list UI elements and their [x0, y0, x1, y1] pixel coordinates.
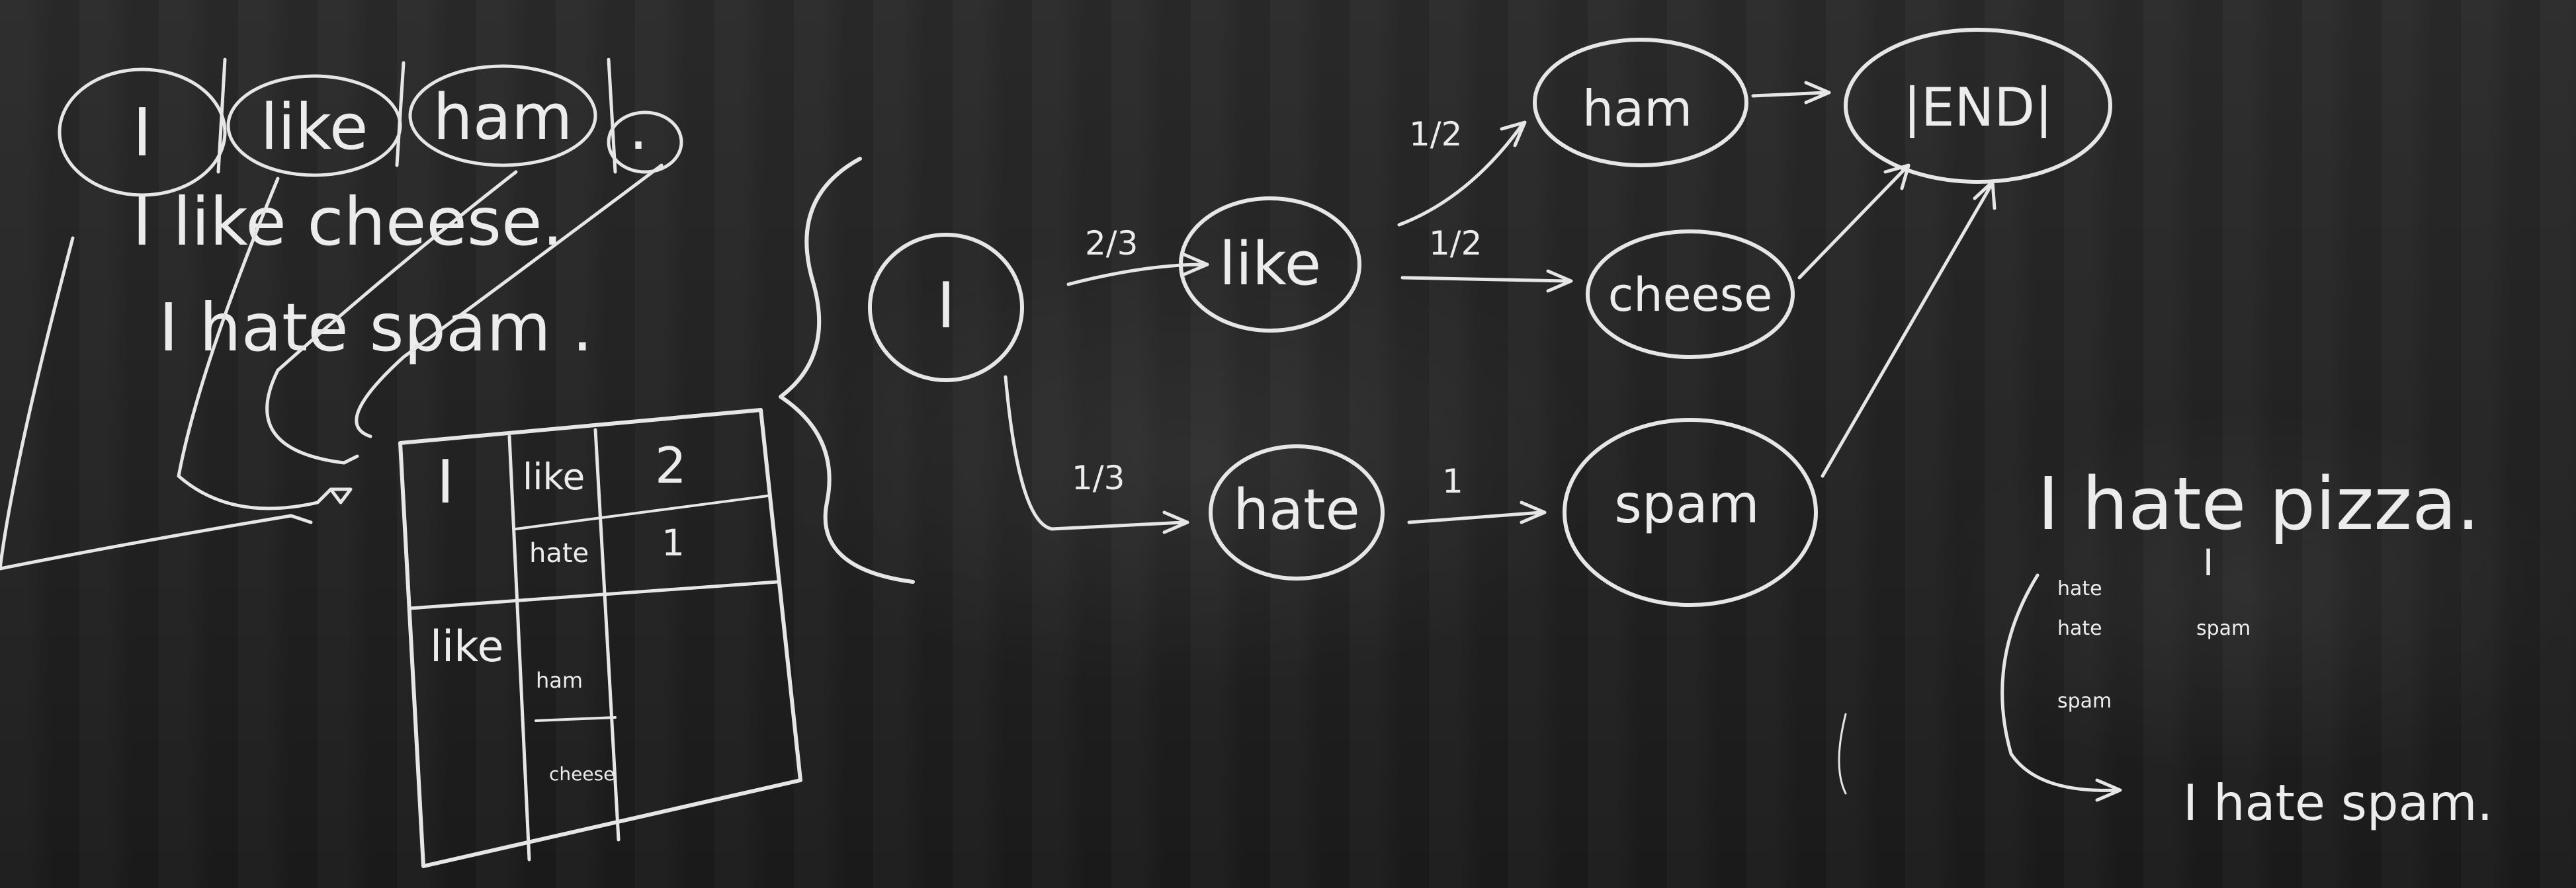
edge-label-i-hate: 1/3 [1072, 459, 1125, 497]
edge-like-cheese [1400, 269, 1573, 293]
sentence-word-period: . [629, 94, 648, 163]
sentence-line-1: I like ham . [58, 58, 683, 197]
example-arrow [2000, 573, 2122, 802]
table-row-like-word: like [430, 622, 503, 672]
node-label-like: like [1219, 229, 1321, 299]
node-label-end: |END| [1903, 77, 2053, 139]
example-col1-row3: spam [2057, 690, 2112, 713]
table-count-hate: 1 [662, 522, 685, 564]
sentence-line-3: I hate spam . [159, 289, 593, 366]
example-col1-row2: hate [2057, 617, 2102, 640]
sentence-word-ham: ham [433, 81, 573, 154]
node-label-ham: ham [1582, 79, 1693, 138]
edge-label-like-ham: 1/2 [1409, 115, 1462, 153]
node-label-cheese: cheese [1608, 268, 1773, 322]
sentence-line-2: I like cheese. [132, 183, 563, 261]
node-label-i: I [937, 270, 955, 343]
edge-label-i-like: 2/3 [1085, 224, 1138, 262]
example-section: I hate pizza. hate hate spam I spam I ha… [2000, 462, 2493, 832]
node-label-spam: spam [1614, 473, 1759, 535]
edge-ham-end [1751, 81, 1831, 104]
chalk-mark [1838, 713, 1847, 795]
example-input: I hate pizza. [2038, 462, 2480, 546]
example-col2-row2: spam [2196, 617, 2251, 640]
edge-i-hate [1004, 375, 1189, 534]
transition-table: I like 2 hate 1 like ham cheese [398, 408, 802, 868]
node-label-hate: hate [1233, 477, 1360, 543]
bigram-graph: I like hate ham cheese spam |END| 2/3 1/… [868, 28, 2112, 607]
table-count-like: 2 [655, 436, 687, 495]
edge-hate-spam [1407, 501, 1547, 524]
table-cell-hate: hate [529, 538, 589, 569]
table-cell-ham: ham [536, 668, 583, 693]
edge-cheese-end [1797, 163, 1911, 280]
table-cell-like: like [523, 456, 585, 498]
example-col1-row1: hate [2057, 577, 2102, 600]
example-output: I hate spam. [2183, 774, 2493, 832]
chalk-diagram: I like ham . I like cheese. I hate spam … [0, 28, 2493, 868]
edge-label-like-cheese: 1/2 [1429, 224, 1482, 262]
sentence-word-like: like [261, 91, 368, 164]
chalkboard: I like ham . I like cheese. I hate spam … [0, 0, 2576, 888]
table-row-i-word: I [437, 448, 454, 517]
sentence-word-i: I [132, 94, 152, 171]
example-col2-row1: I [2203, 542, 2213, 584]
curly-brace [779, 157, 915, 584]
table-cell-cheese: cheese [549, 763, 615, 785]
edge-label-hate-spam: 1 [1442, 462, 1463, 501]
